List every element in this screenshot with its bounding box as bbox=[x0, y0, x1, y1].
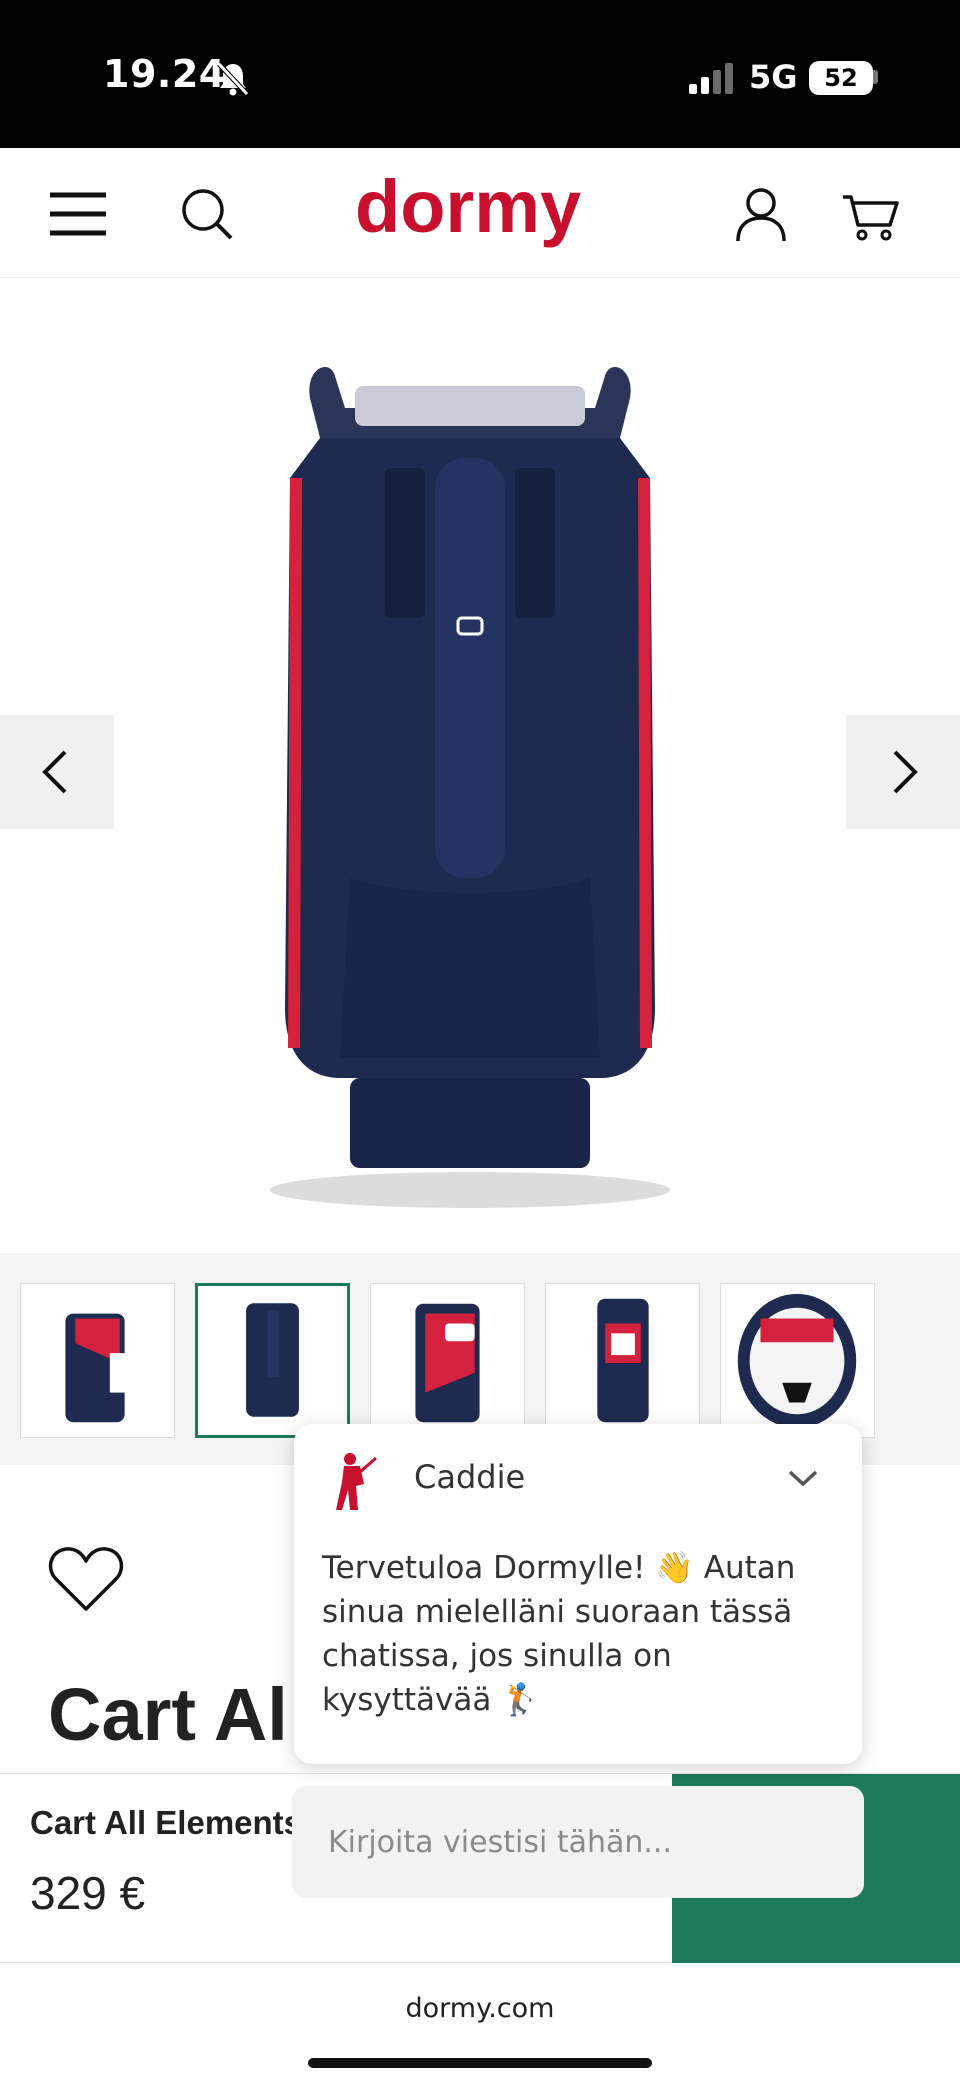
chevron-right-icon bbox=[893, 750, 918, 794]
chat-agent-name: Caddie bbox=[414, 1458, 526, 1496]
chat-welcome-message: Tervetuloa Dormylle! 👋 Autan sinua miele… bbox=[322, 1550, 796, 1718]
sticky-product-price: 329 € bbox=[30, 1867, 146, 1919]
status-bar: 19.24 5G 52 bbox=[0, 0, 960, 148]
sticky-product-name: Cart All Elements bbox=[30, 1804, 303, 1841]
thumbnail-bag-side-image bbox=[415, 1303, 480, 1423]
carousel-prev-button[interactable] bbox=[0, 715, 114, 829]
thumbnail-bag-front-image bbox=[65, 1313, 126, 1423]
cart-icon[interactable] bbox=[840, 183, 902, 245]
network-type: 5G bbox=[749, 58, 798, 96]
thumbnail-1[interactable] bbox=[20, 1283, 175, 1438]
product-image-gallery bbox=[0, 278, 960, 1253]
thumbnail-3[interactable] bbox=[370, 1283, 525, 1438]
thumbnail-2[interactable] bbox=[195, 1283, 350, 1438]
battery-indicator: 52 bbox=[809, 61, 873, 95]
dormy-logo[interactable]: dormy bbox=[355, 170, 595, 260]
cellular-signal-icon bbox=[689, 63, 733, 94]
thumbnail-bag-back-image bbox=[246, 1303, 299, 1417]
thumbnail-bag-top-image bbox=[737, 1293, 857, 1429]
logo-text: dormy bbox=[355, 170, 581, 248]
muted-bell-icon bbox=[217, 62, 249, 96]
golf-bag-image[interactable] bbox=[260, 358, 680, 1218]
thumbnail-4[interactable] bbox=[545, 1283, 700, 1438]
battery-tip bbox=[873, 70, 878, 84]
chat-popup: Caddie Tervetuloa Dormylle! 👋 Autan sinu… bbox=[294, 1424, 862, 1764]
chevron-left-icon bbox=[42, 750, 67, 794]
thumbnail-bag-angle-image bbox=[597, 1298, 649, 1423]
account-icon[interactable] bbox=[730, 183, 792, 245]
menu-icon[interactable] bbox=[47, 183, 109, 245]
url-label[interactable]: dormy.com bbox=[0, 1993, 960, 2024]
chat-message-input[interactable] bbox=[292, 1786, 864, 1898]
site-header: dormy bbox=[0, 148, 960, 278]
carousel-next-button[interactable] bbox=[846, 715, 960, 829]
search-icon[interactable] bbox=[176, 183, 238, 245]
thumbnail-5[interactable] bbox=[720, 1283, 875, 1438]
golfer-avatar-icon bbox=[336, 1453, 377, 1510]
heart-icon[interactable] bbox=[48, 1545, 124, 1613]
status-time: 19.24 bbox=[103, 52, 226, 96]
home-indicator[interactable] bbox=[308, 2058, 652, 2068]
product-title: Cart Al bbox=[48, 1673, 288, 1756]
browser-bottom-bar: dormy.com bbox=[0, 1963, 960, 2087]
chevron-down-icon[interactable] bbox=[786, 1466, 820, 1490]
